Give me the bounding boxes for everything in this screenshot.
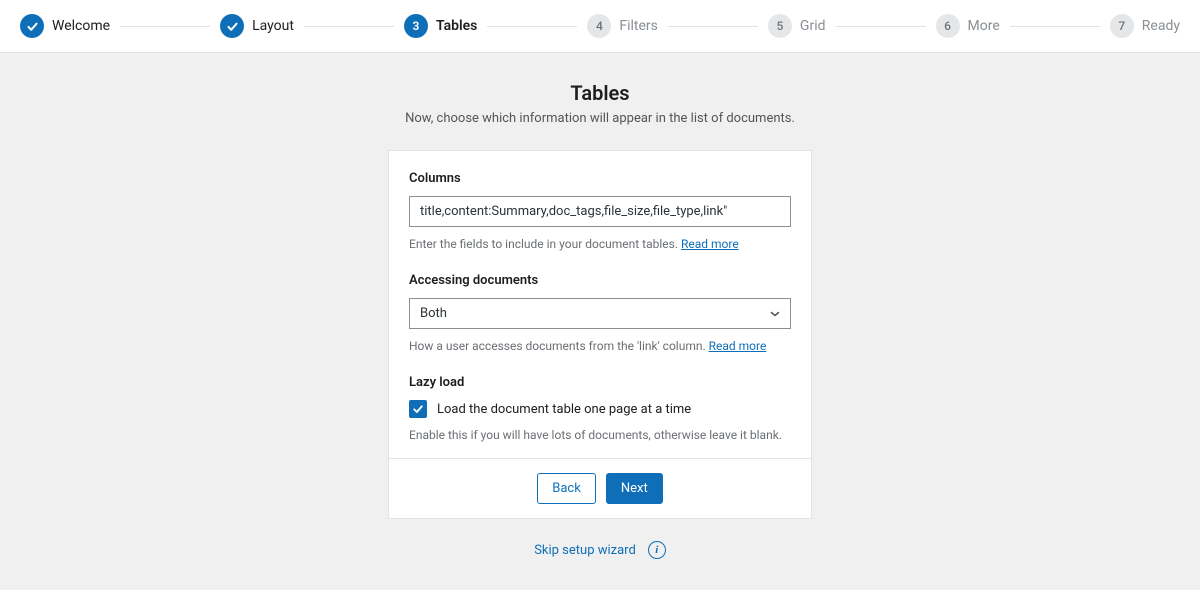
step-connector xyxy=(120,26,210,27)
step-grid[interactable]: 5 Grid xyxy=(768,14,826,38)
next-button[interactable]: Next xyxy=(606,473,663,504)
field-accessing-documents: Accessing documents Both How a user acce… xyxy=(409,273,791,353)
step-label: Ready xyxy=(1142,18,1180,34)
access-label: Accessing documents xyxy=(409,273,791,288)
info-icon[interactable]: i xyxy=(648,541,666,559)
skip-row: Skip setup wizard i xyxy=(0,541,1200,559)
lazyload-checkbox-label: Load the document table one page at a ti… xyxy=(437,402,691,417)
step-tables[interactable]: 3 Tables xyxy=(404,14,477,38)
step-number-icon: 5 xyxy=(768,14,792,38)
step-label: Grid xyxy=(800,18,826,34)
check-icon xyxy=(20,14,44,38)
columns-input[interactable] xyxy=(409,196,791,227)
access-select[interactable]: Both xyxy=(409,298,791,329)
check-icon xyxy=(220,14,244,38)
access-help: How a user accesses documents from the '… xyxy=(409,339,791,353)
checkbox-checked-icon xyxy=(409,400,427,418)
step-label: More xyxy=(968,18,1000,34)
skip-wizard-link[interactable]: Skip setup wizard xyxy=(534,543,636,558)
step-number-icon: 6 xyxy=(936,14,960,38)
field-lazy-load: Lazy load Load the document table one pa… xyxy=(409,375,791,442)
columns-read-more-link[interactable]: Read more xyxy=(681,237,739,251)
step-filters[interactable]: 4 Filters xyxy=(587,14,658,38)
step-connector xyxy=(487,26,577,27)
step-connector xyxy=(668,26,758,27)
settings-card: Columns Enter the fields to include in y… xyxy=(388,150,812,519)
step-number-icon: 7 xyxy=(1110,14,1134,38)
step-label: Layout xyxy=(252,18,294,34)
access-selected-value: Both xyxy=(420,306,447,321)
columns-label: Columns xyxy=(409,171,791,186)
back-button[interactable]: Back xyxy=(537,473,596,504)
step-connector xyxy=(1010,26,1100,27)
lazyload-label: Lazy load xyxy=(409,375,791,390)
step-label: Filters xyxy=(619,18,658,34)
card-footer: Back Next xyxy=(389,458,811,518)
page-title: Tables xyxy=(0,81,1200,105)
chevron-down-icon xyxy=(770,309,780,319)
page-subtitle: Now, choose which information will appea… xyxy=(0,111,1200,126)
lazyload-checkbox-row[interactable]: Load the document table one page at a ti… xyxy=(409,400,791,418)
step-more[interactable]: 6 More xyxy=(936,14,1000,38)
step-layout[interactable]: Layout xyxy=(220,14,294,38)
access-read-more-link[interactable]: Read more xyxy=(709,339,767,353)
page-heading: Tables Now, choose which information wil… xyxy=(0,81,1200,126)
step-number-icon: 4 xyxy=(587,14,611,38)
step-ready[interactable]: 7 Ready xyxy=(1110,14,1180,38)
columns-help: Enter the fields to include in your docu… xyxy=(409,237,791,251)
field-columns: Columns Enter the fields to include in y… xyxy=(409,171,791,251)
wizard-stepper: Welcome Layout 3 Tables 4 Filters 5 Grid… xyxy=(0,0,1200,53)
step-connector xyxy=(836,26,926,27)
lazyload-help: Enable this if you will have lots of doc… xyxy=(409,428,791,442)
step-welcome[interactable]: Welcome xyxy=(20,14,110,38)
step-connector xyxy=(304,26,394,27)
step-number-icon: 3 xyxy=(404,14,428,38)
step-label: Welcome xyxy=(52,18,110,34)
step-label: Tables xyxy=(436,18,477,34)
